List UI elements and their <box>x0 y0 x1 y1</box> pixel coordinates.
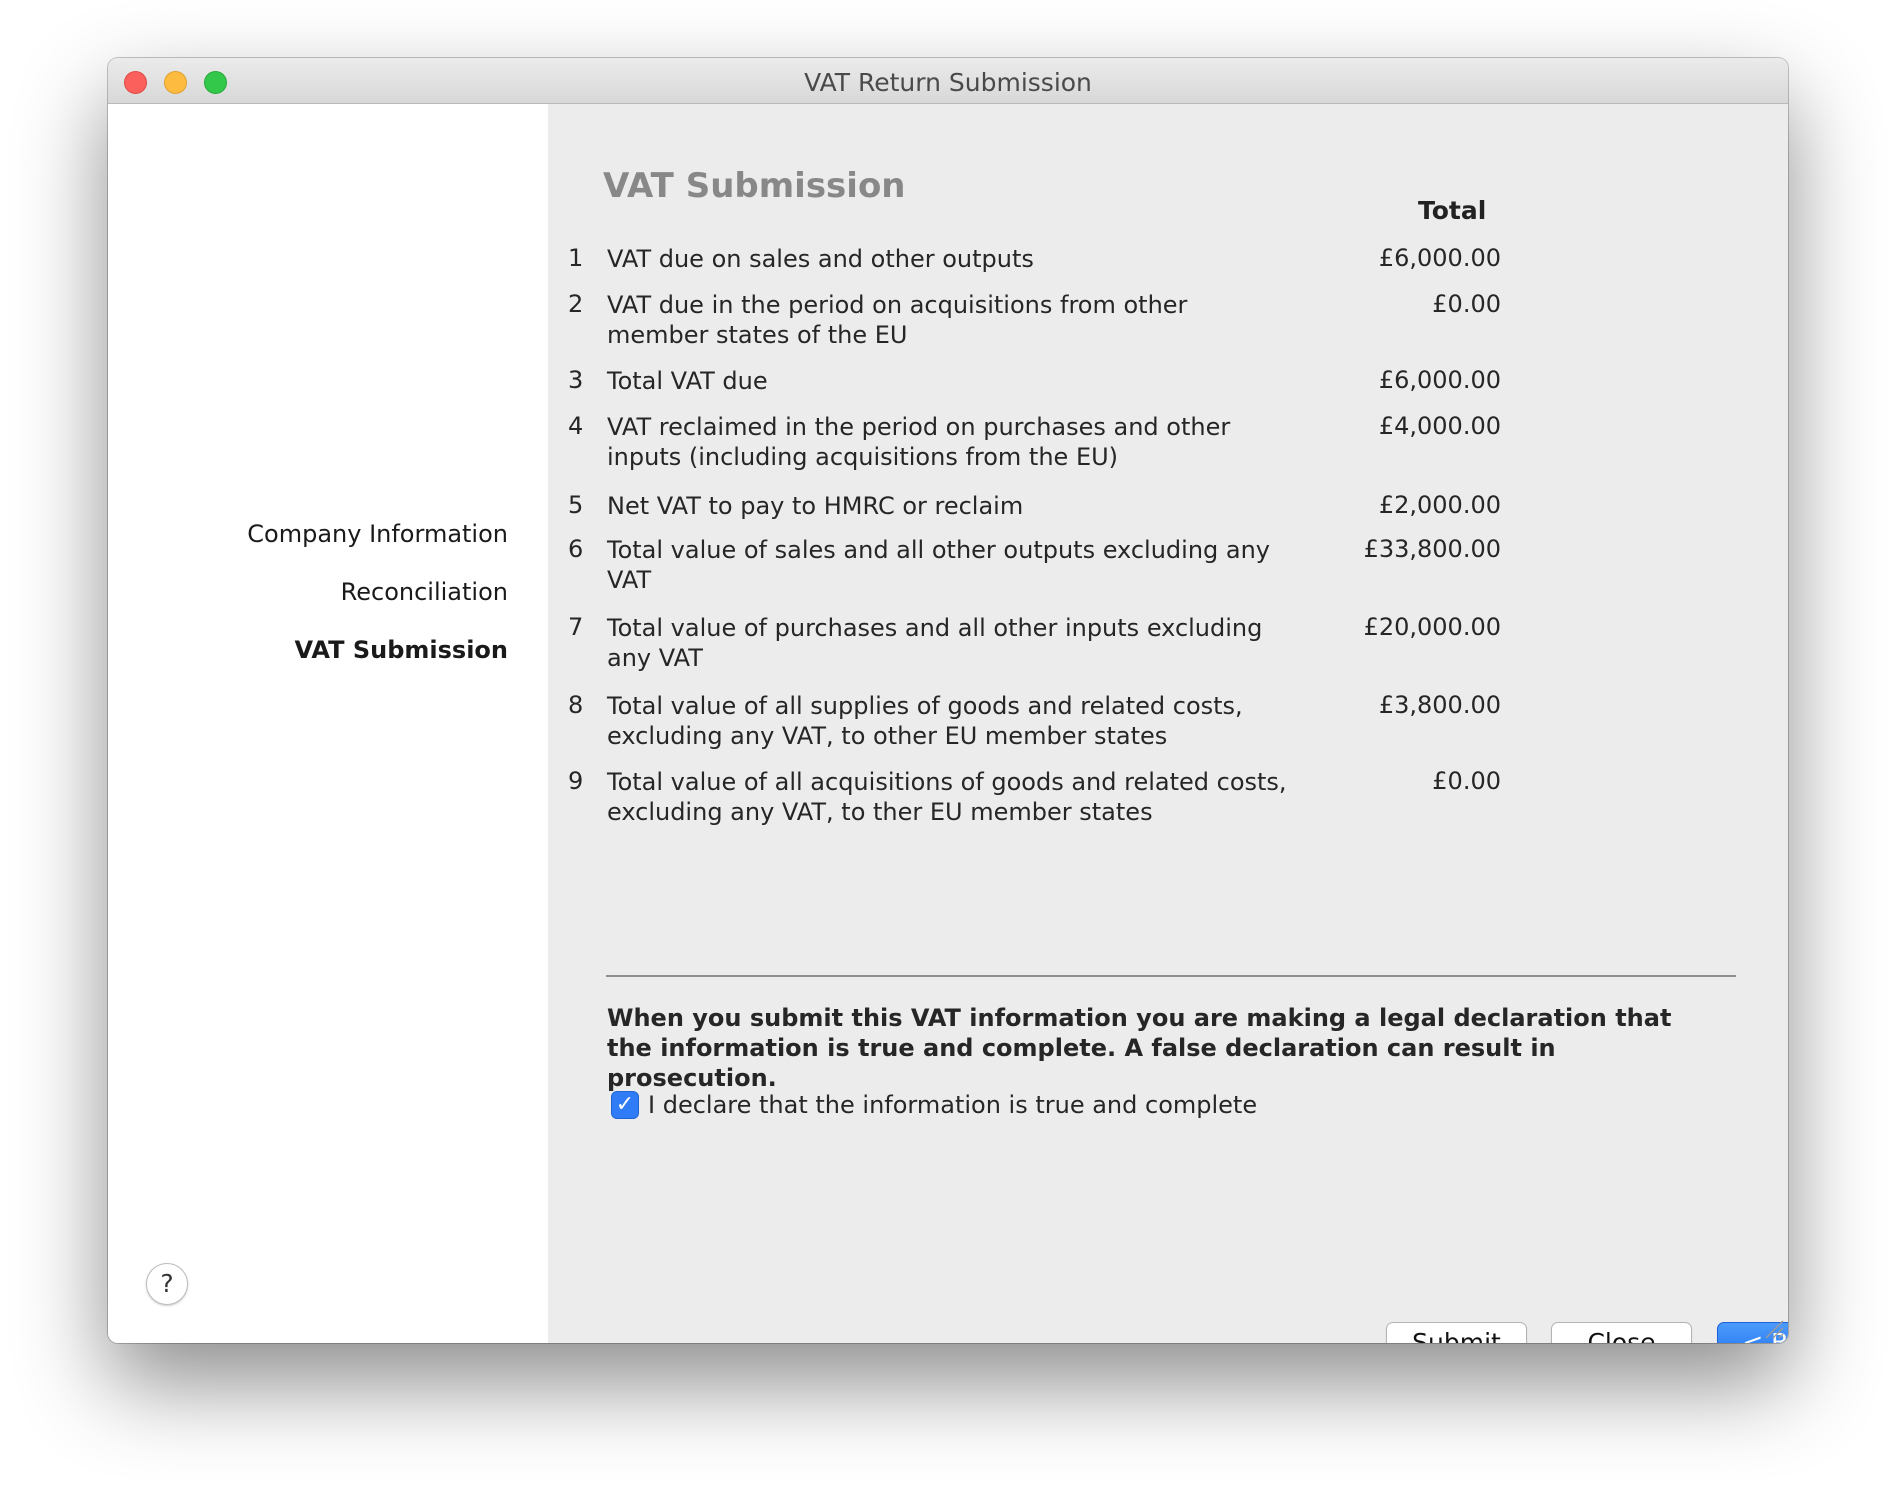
box-value: £6,000.00 <box>1378 366 1501 394</box>
box-label: Total value of sales and all other outpu… <box>607 536 1271 594</box>
box-value: £0.00 <box>1432 290 1501 318</box>
box-label: VAT due in the period on acquisitions fr… <box>607 291 1188 349</box>
box-value: £6,000.00 <box>1378 244 1501 272</box>
sidebar-step-reconciliation[interactable]: Reconciliation <box>341 578 508 606</box>
box-number: 1 <box>568 244 584 272</box>
box-label: VAT due on sales and other outputs <box>607 245 1034 273</box>
submit-button[interactable]: Submit <box>1386 1322 1527 1343</box>
legal-declaration-text: When you submit this VAT information you… <box>607 1004 1672 1092</box>
box-number: 9 <box>568 767 584 795</box>
resize-grip-icon[interactable] <box>1762 1317 1784 1339</box>
box-label: Net VAT to pay to HMRC or reclaim <box>607 492 1024 520</box>
box-value: £4,000.00 <box>1378 412 1501 440</box>
declaration-checkbox[interactable]: ✓ <box>611 1091 639 1119</box>
title-bar[interactable]: VAT Return Submission <box>108 58 1788 104</box>
box-label: VAT reclaimed in the period on purchases… <box>607 413 1231 471</box>
declaration-checkbox-label[interactable]: I declare that the information is true a… <box>648 1091 1257 1119</box>
box-number: 8 <box>568 691 584 719</box>
total-column-header: Total <box>1418 196 1487 225</box>
help-button[interactable]: ? <box>146 1263 188 1305</box>
box-label: Total value of all supplies of goods and… <box>607 692 1243 750</box>
sidebar-step-vat-submission[interactable]: VAT Submission <box>294 636 508 664</box>
box-number: 6 <box>568 535 584 563</box>
box-value: £2,000.00 <box>1378 491 1501 519</box>
section-divider <box>606 975 1736 977</box>
box-label: Total value of purchases and all other i… <box>607 614 1263 672</box>
box-number: 3 <box>568 366 584 394</box>
wizard-sidebar: Company Information Reconciliation VAT S… <box>108 104 548 1343</box>
close-button[interactable]: Close <box>1551 1322 1692 1343</box>
box-label: Total VAT due <box>607 367 768 395</box>
main-panel: VAT Submission Total 1 VAT due on sales … <box>548 104 1788 1343</box>
box-number: 5 <box>568 491 584 519</box>
box-number: 4 <box>568 412 584 440</box>
box-value: £33,800.00 <box>1363 535 1501 563</box>
box-number: 2 <box>568 290 584 318</box>
section-title: VAT Submission <box>603 166 906 206</box>
box-value: £20,000.00 <box>1363 613 1501 641</box>
box-number: 7 <box>568 613 584 641</box>
window-title: VAT Return Submission <box>804 68 1092 97</box>
box-value: £3,800.00 <box>1378 691 1501 719</box>
box-label: Total value of all acquisitions of goods… <box>607 768 1287 826</box>
vat-return-window: VAT Return Submission Company Informatio… <box>108 58 1788 1343</box>
box-value: £0.00 <box>1432 767 1501 795</box>
sidebar-step-company-information[interactable]: Company Information <box>247 520 508 548</box>
